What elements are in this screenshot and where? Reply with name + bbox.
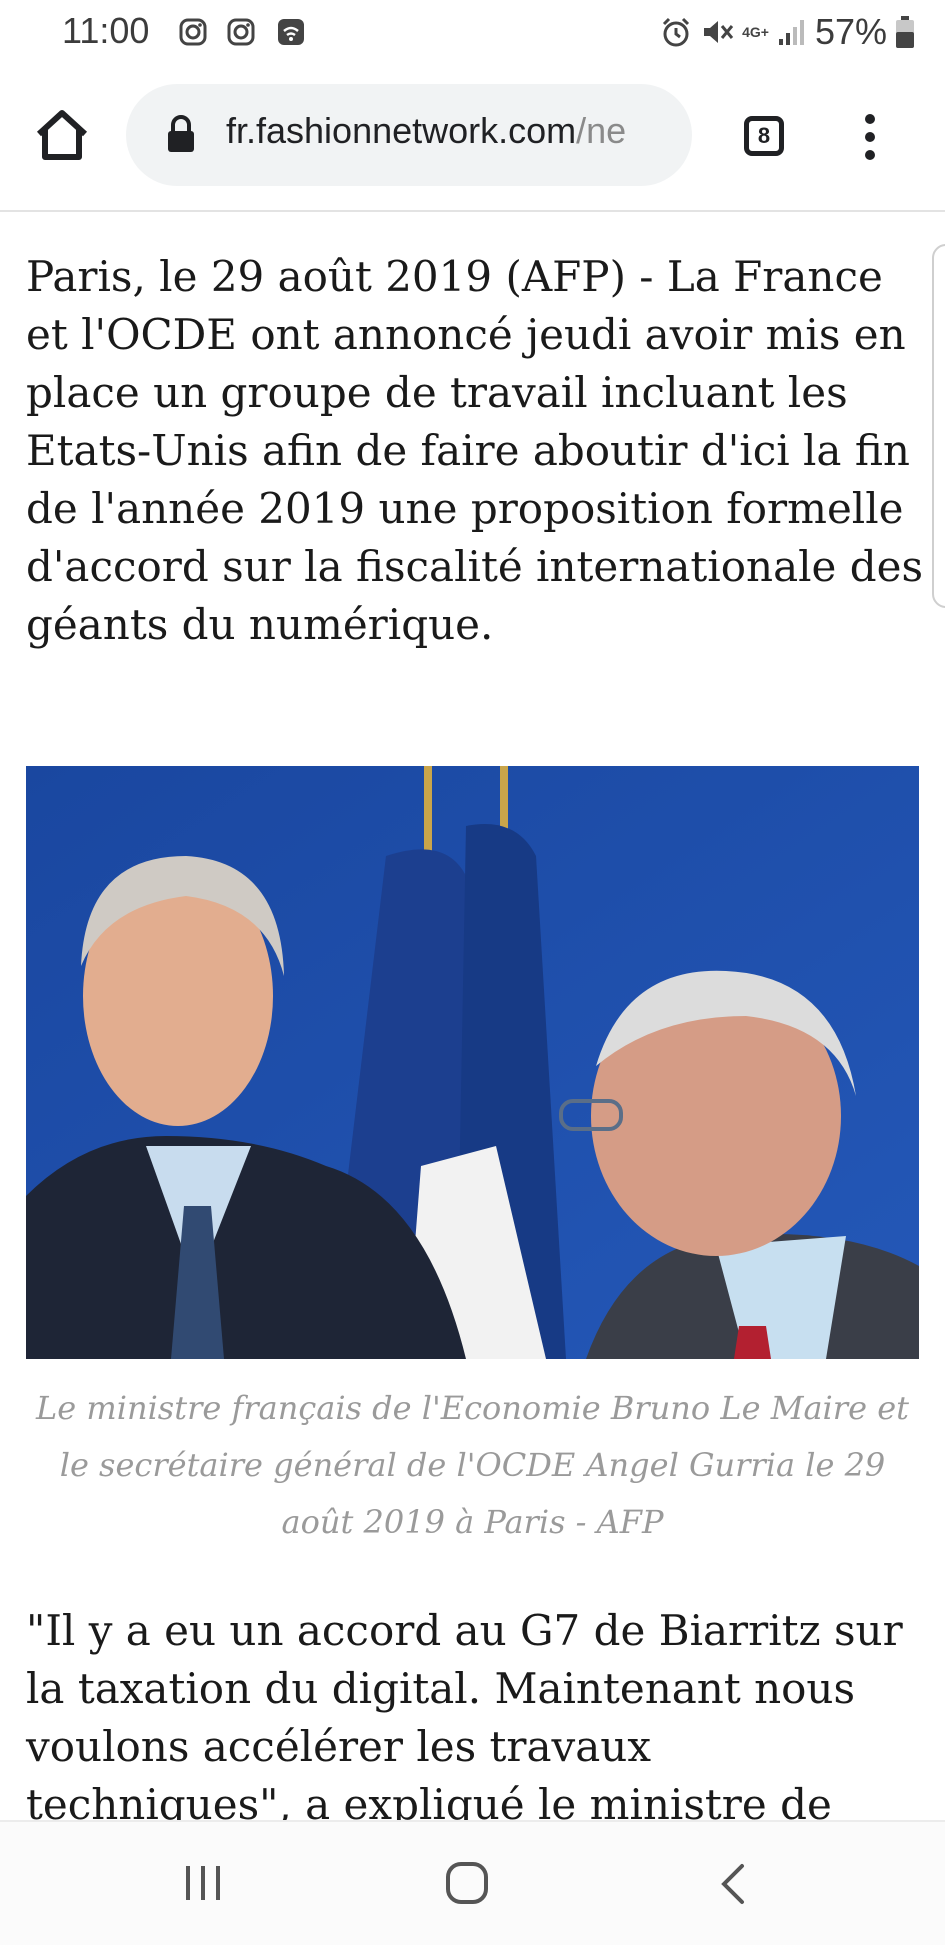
article-photo[interactable] [26,766,919,1359]
tab-switcher-button[interactable]: 8 [744,116,784,156]
alarm-icon [663,17,690,47]
article-paragraph-2: "Il y a eu un accord au G7 de Biarritz s… [26,1606,903,1820]
tab-count: 8 [757,123,771,148]
mute-icon [704,21,734,43]
scrollbar-thumb[interactable] [932,244,945,608]
back-icon[interactable] [718,1862,748,1906]
status-time: 11:00 [62,10,150,51]
article-content[interactable]: Paris, le 29 août 2019 (AFP) - La France… [0,212,945,1820]
instagram-icon [227,18,255,46]
browser-toolbar: fr.fashionnetwork.com/ne 8 [0,66,945,212]
android-nav-bar [0,1820,945,1945]
url-text: fr.fashionnetwork.com/ne [226,110,666,152]
lock-icon [168,115,194,152]
status-icons-right: 4G+ 57% [660,10,915,54]
recent-apps-icon[interactable] [182,1862,224,1904]
url-path: /ne [576,110,627,151]
signal-icon [778,20,804,45]
instagram-icon [179,18,207,46]
status-bar: 11:00 4G+ 57% [0,0,945,66]
address-bar[interactable]: fr.fashionnetwork.com/ne [126,84,692,186]
battery-icon [896,16,914,48]
photo-caption: Le ministre français de l'Economie Bruno… [36,1389,909,1541]
more-options-icon[interactable] [860,114,880,162]
battery-percent: 57% [814,11,887,52]
wifi-icon [278,19,304,45]
article-paragraph-1: Paris, le 29 août 2019 (AFP) - La France… [26,252,924,649]
url-host: fr.fashionnetwork.com [226,110,577,151]
nav-home-icon[interactable] [444,1860,490,1906]
network-type: 4G+ [742,24,769,40]
home-icon[interactable] [33,106,91,164]
